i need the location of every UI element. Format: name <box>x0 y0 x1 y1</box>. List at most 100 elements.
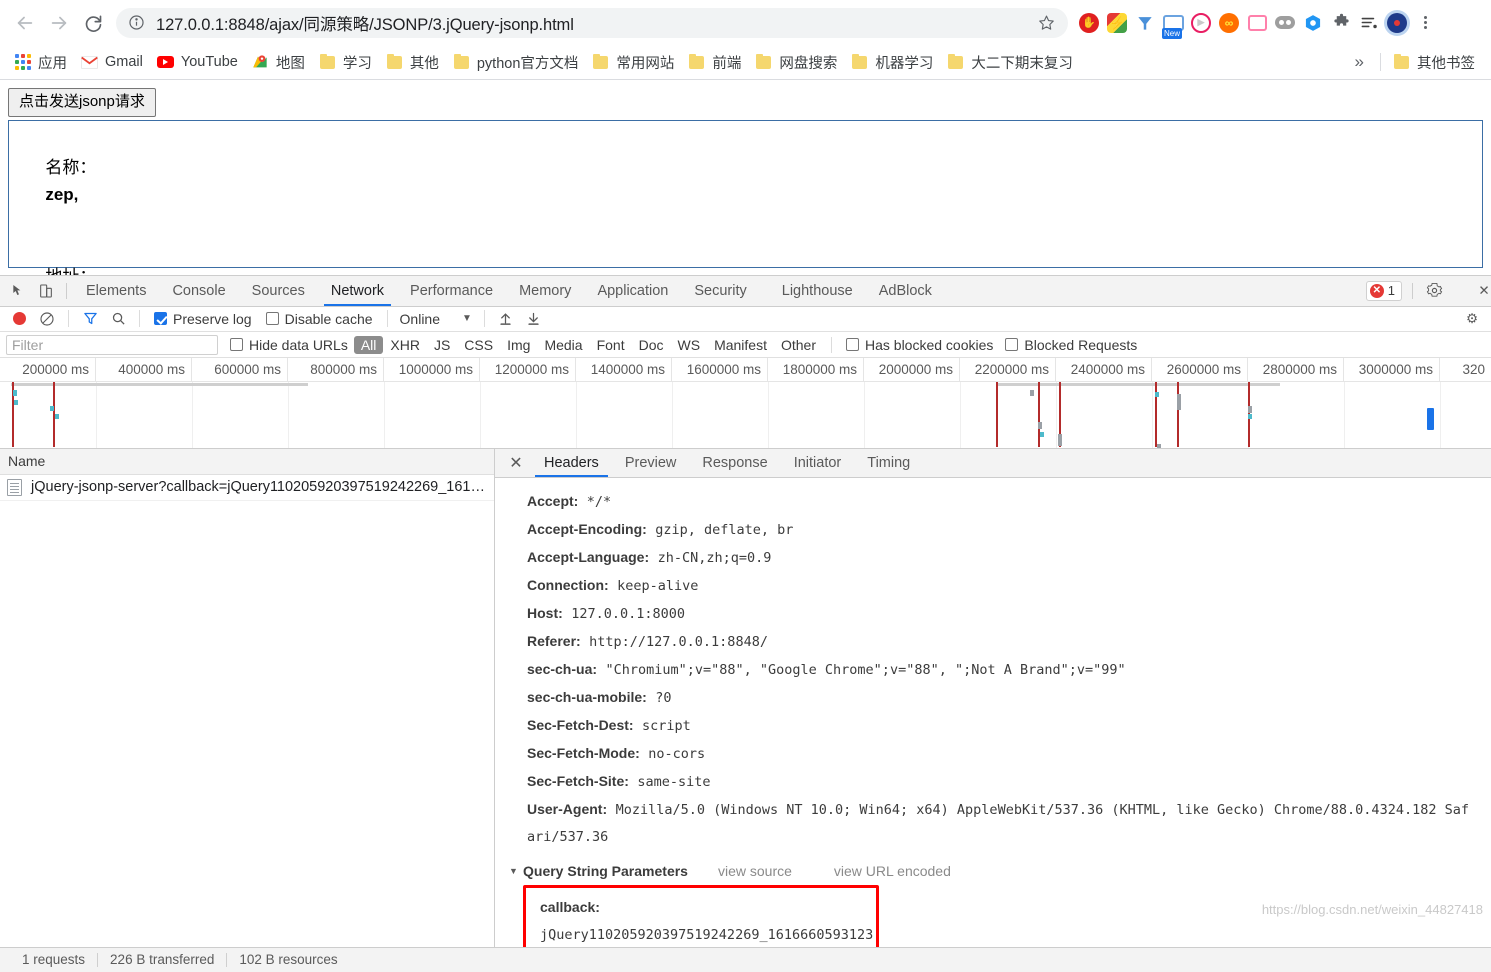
preserve-log-checkbox[interactable]: Preserve log <box>148 311 258 327</box>
snip-extension-icon[interactable]: New <box>1160 8 1186 39</box>
filter-type-doc[interactable]: Doc <box>632 336 671 354</box>
dual-circles-extension-icon[interactable] <box>1272 8 1298 38</box>
error-count-badge[interactable]: ✕ 1 <box>1365 281 1402 301</box>
chrome-menu-icon[interactable] <box>1412 8 1438 38</box>
bookmark-label: 大二下期末复习 <box>971 55 1073 72</box>
disable-cache-checkbox[interactable]: Disable cache <box>260 311 379 327</box>
filter-type-font[interactable]: Font <box>590 336 632 354</box>
record-button[interactable] <box>6 307 32 331</box>
filter-type-xhr[interactable]: XHR <box>383 336 427 354</box>
bookmark-other-bookmarks[interactable]: 其他书签 <box>1387 48 1481 77</box>
view-url-encoded-link[interactable]: view URL encoded <box>834 859 951 883</box>
header-row: Host: 127.0.0.1:8000 <box>527 600 1491 628</box>
import-har-icon[interactable] <box>493 307 519 331</box>
search-icon[interactable] <box>105 307 131 331</box>
tab-lighthouse[interactable]: Lighthouse <box>760 276 866 306</box>
view-source-link[interactable]: view source <box>718 859 792 883</box>
bookmarks-overflow-button[interactable]: » <box>1345 52 1374 72</box>
adblock-extension-icon[interactable]: ✋ <box>1076 8 1102 38</box>
bookmark-folder-common-sites[interactable]: 常用网站 <box>586 48 680 77</box>
tab-console[interactable]: Console <box>159 276 238 306</box>
disable-cache-label: Disable cache <box>284 310 373 327</box>
detail-tab-headers[interactable]: Headers <box>531 449 612 478</box>
bookmark-star-icon[interactable] <box>1038 14 1056 32</box>
network-overview-timeline[interactable]: 200000 ms 400000 ms 600000 ms 800000 ms … <box>0 358 1491 449</box>
close-detail-icon[interactable]: ✕ <box>501 449 531 478</box>
bookmark-maps[interactable]: 地图 <box>246 48 311 77</box>
folder-icon <box>592 53 609 71</box>
gear-icon[interactable] <box>1419 276 1449 306</box>
filter-type-media[interactable]: Media <box>537 336 589 354</box>
filter-type-js[interactable]: JS <box>427 336 457 354</box>
bookmark-folder-final-review[interactable]: 大二下期末复习 <box>941 48 1079 77</box>
bookmark-folder-netdisk-search[interactable]: 网盘搜索 <box>749 48 843 77</box>
clear-button[interactable] <box>34 307 60 331</box>
filter-type-img[interactable]: Img <box>500 336 537 354</box>
record-extension-icon[interactable] <box>1384 8 1410 38</box>
requests-column-header[interactable]: Name <box>0 448 494 475</box>
playlist-extension-icon[interactable] <box>1356 8 1382 38</box>
bookmark-folder-qita[interactable]: 其他 <box>380 48 445 77</box>
detail-tab-response[interactable]: Response <box>689 449 780 478</box>
bookmark-folder-machine-learning[interactable]: 机器学习 <box>845 48 939 77</box>
bookmark-folder-frontend[interactable]: 前端 <box>682 48 747 77</box>
blocked-requests-checkbox[interactable]: Blocked Requests <box>999 337 1143 353</box>
site-info-icon[interactable] <box>128 14 146 32</box>
requests-count: 1 requests <box>22 952 86 968</box>
colorful-extension-icon[interactable]: ⚡ <box>1104 8 1130 38</box>
forward-arrow-icon[interactable] <box>42 6 76 40</box>
overview-selected-request[interactable] <box>1427 408 1434 431</box>
bookmark-label: 应用 <box>38 55 67 72</box>
filter-type-other[interactable]: Other <box>774 336 823 354</box>
bookmark-folder-xuexi[interactable]: 学习 <box>313 48 378 77</box>
tab-security[interactable]: Security <box>681 276 759 306</box>
query-string-header[interactable]: ▼ Query String Parameters view source vi… <box>509 859 1491 883</box>
overview-ruler: 200000 ms 400000 ms 600000 ms 800000 ms … <box>0 358 1491 383</box>
inspect-element-icon[interactable] <box>4 276 32 306</box>
reload-icon[interactable] <box>76 6 110 40</box>
back-arrow-icon[interactable] <box>8 6 42 40</box>
header-value: gzip, deflate, br <box>655 522 794 539</box>
has-blocked-cookies-checkbox[interactable]: Has blocked cookies <box>840 337 999 353</box>
tab-network[interactable]: Network <box>318 276 397 306</box>
bookmark-apps[interactable]: 应用 <box>8 48 73 77</box>
filter-input[interactable]: Filter <box>6 334 218 355</box>
detail-tab-initiator[interactable]: Initiator <box>781 449 855 478</box>
tv-extension-icon[interactable] <box>1244 8 1270 38</box>
has-blocked-cookies-label: Has blocked cookies <box>865 336 994 353</box>
detail-tab-preview[interactable]: Preview <box>612 449 690 478</box>
page-content: 点击发送jsonp请求 名称： zep, 地址： 北京,上海,深圳,广州 <box>0 80 1491 313</box>
infinity-extension-icon[interactable]: ∞ <box>1216 8 1242 38</box>
kebab-menu-icon[interactable] <box>1449 276 1477 306</box>
throttling-dropdown[interactable]: Online ▼ <box>396 311 476 327</box>
export-har-icon[interactable] <box>521 307 547 331</box>
tab-memory[interactable]: Memory <box>506 276 584 306</box>
send-jsonp-request-button[interactable]: 点击发送jsonp请求 <box>8 88 156 117</box>
tab-sources[interactable]: Sources <box>239 276 318 306</box>
network-settings-icon[interactable]: ⚙ <box>1459 307 1485 331</box>
tab-application[interactable]: Application <box>584 276 681 306</box>
tab-elements[interactable]: Elements <box>73 276 159 306</box>
detail-tab-timing[interactable]: Timing <box>854 449 923 478</box>
table-row[interactable]: jQuery-jsonp-server?callback=jQuery11020… <box>0 475 494 501</box>
hexagon-extension-icon[interactable] <box>1300 8 1326 38</box>
puzzle-extension-icon[interactable] <box>1328 8 1354 38</box>
header-name: Accept-Language: <box>527 549 650 566</box>
close-devtools-icon[interactable]: ✕ <box>1477 276 1491 306</box>
filter-type-manifest[interactable]: Manifest <box>707 336 774 354</box>
tab-performance[interactable]: Performance <box>397 276 506 306</box>
bookmark-youtube[interactable]: YouTube <box>151 50 244 75</box>
address-bar[interactable]: 127.0.0.1:8848/ajax/同源策略/JSONP/3.jQuery-… <box>116 7 1068 38</box>
filter-type-ws[interactable]: WS <box>671 336 708 354</box>
filter-type-css[interactable]: CSS <box>457 336 500 354</box>
device-toolbar-icon[interactable] <box>32 276 60 306</box>
play-extension-icon[interactable]: ▶ <box>1188 8 1214 38</box>
hide-data-urls-checkbox[interactable]: Hide data URLs <box>224 337 354 353</box>
filter-funnel-icon[interactable] <box>77 307 103 331</box>
bookmark-gmail[interactable]: Gmail <box>75 50 149 75</box>
checkbox-box <box>230 338 243 352</box>
yandex-extension-icon[interactable] <box>1132 8 1158 38</box>
bookmark-folder-python-docs[interactable]: python官方文档 <box>447 48 585 77</box>
filter-type-all[interactable]: All <box>353 335 384 354</box>
tab-adblock[interactable]: AdBlock <box>866 276 945 306</box>
